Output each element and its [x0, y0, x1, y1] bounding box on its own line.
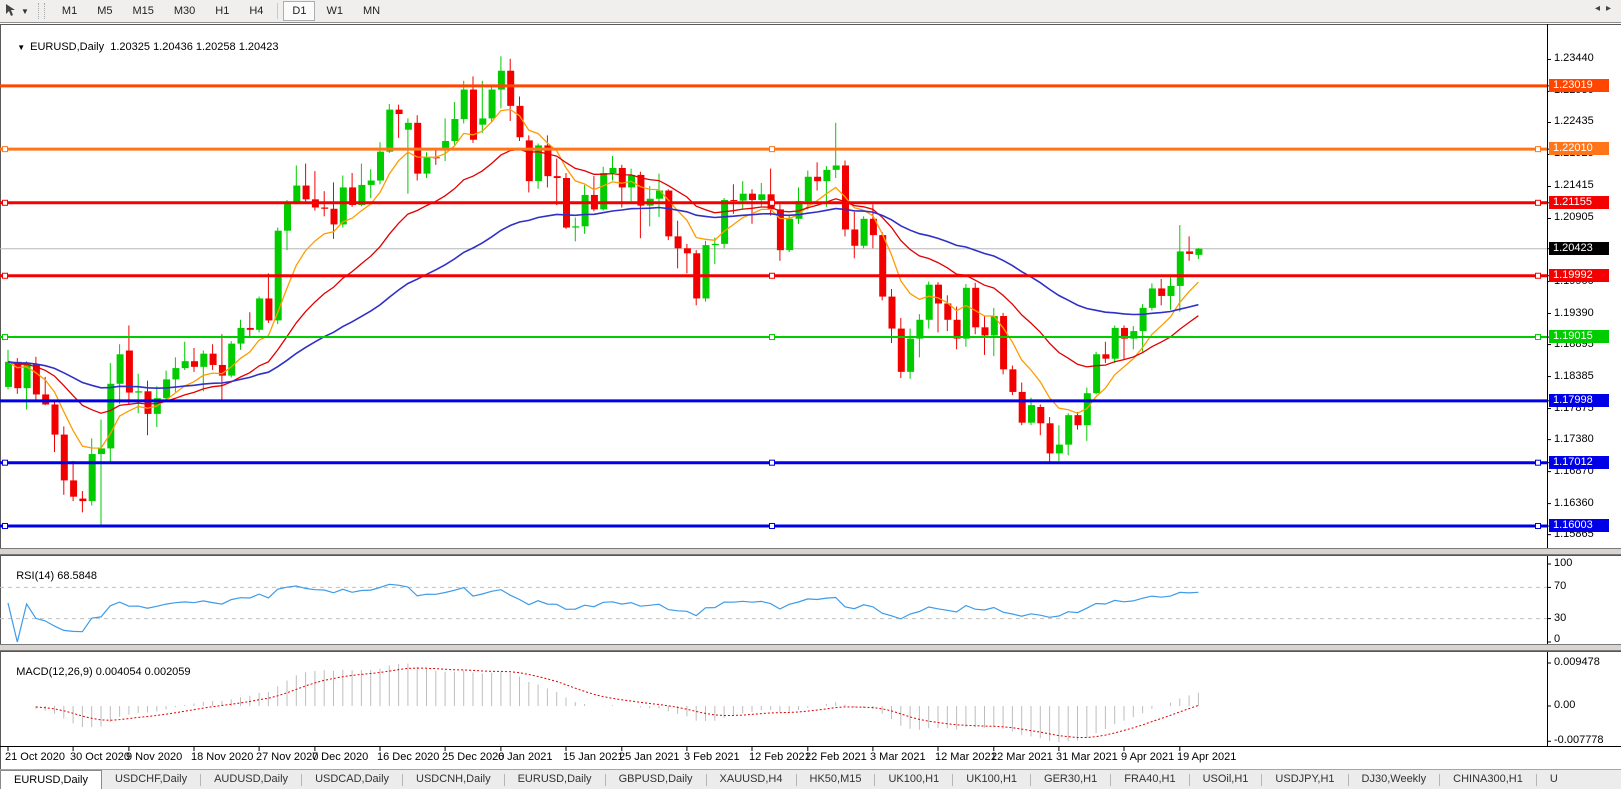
price-axis-label: 1.19390 — [1554, 307, 1594, 319]
chart-window — [0, 24, 1621, 769]
chart-title: ▼ EURUSD,Daily 1.20325 1.20436 1.20258 1.… — [5, 29, 278, 65]
chart-tab-gbpusd-daily[interactable]: GBPUSD,Daily — [606, 770, 706, 789]
date-axis-label: 25 Dec 2020 — [442, 751, 505, 763]
date-axis-label: 12 Mar 2021 — [935, 751, 997, 763]
date-axis-label: 15 Jan 2021 — [563, 751, 624, 763]
chart-tab-ger30-h1[interactable]: GER30,H1 — [1031, 770, 1110, 789]
chart-tab-hk50-m15[interactable]: HK50,M15 — [797, 770, 875, 789]
chart-tab-xauusd-h4[interactable]: XAUUSD,H4 — [707, 770, 796, 789]
cursor-tool-button[interactable]: ▼ — [4, 3, 29, 20]
chart-tab-eurusd-daily[interactable]: EURUSD,Daily — [0, 770, 102, 789]
chart-tab-eurusd-daily[interactable]: EURUSD,Daily — [505, 770, 605, 789]
date-axis-label: 18 Nov 2020 — [191, 751, 254, 763]
date-axis-label: 22 Mar 2021 — [991, 751, 1053, 763]
timeframe-buttons: M1 M5 M15 M30 H1 H4 D1 W1 MN — [52, 1, 390, 21]
chart-tab-usdchf-daily[interactable]: USDCHF,Daily — [102, 770, 200, 789]
timeframe-button-h4[interactable]: H4 — [240, 1, 272, 21]
date-axis-label: 31 Mar 2021 — [1056, 751, 1118, 763]
price-axis-label: 1.22435 — [1554, 115, 1594, 127]
date-axis-label: 21 Oct 2020 — [5, 751, 65, 763]
rsi-value: 68.5848 — [57, 570, 97, 582]
price-tag[interactable]: 1.17012 — [1549, 456, 1609, 469]
date-axis-label: 30 Oct 2020 — [70, 751, 130, 763]
chart-tab-uk100-h1[interactable]: UK100,H1 — [875, 770, 952, 789]
chart-tab-usdjpy-h1[interactable]: USDJPY,H1 — [1262, 770, 1347, 789]
timeframe-button-m15[interactable]: M15 — [123, 1, 162, 21]
date-axis-label: 3 Feb 2021 — [684, 751, 740, 763]
chart-tab-uk100-h1[interactable]: UK100,H1 — [953, 770, 1030, 789]
chart-tab-usdcnh-daily[interactable]: USDCNH,Daily — [403, 770, 504, 789]
price-axis-label: 1.17380 — [1554, 433, 1594, 445]
price-tag[interactable]: 1.21155 — [1549, 196, 1609, 209]
chart-tab-china300-h1[interactable]: CHINA300,H1 — [1440, 770, 1536, 789]
macd-axis-label: 0.00 — [1554, 699, 1576, 711]
macd-axis-label: -0.007778 — [1554, 734, 1604, 746]
tab-scroll-arrows[interactable]: ◂▸ — [1595, 3, 1617, 14]
rsi-label: RSI(14) 68.5848 — [16, 570, 97, 582]
chart-tab-audusd-daily[interactable]: AUDUSD,Daily — [201, 770, 301, 789]
macd-values: 0.004054 0.002059 — [95, 666, 191, 678]
date-axis-label: 16 Dec 2020 — [377, 751, 440, 763]
tab-scroll-left-icon[interactable]: ◂ — [1595, 3, 1606, 14]
timeframe-toolbar: ▼ M1 M5 M15 M30 H1 H4 D1 W1 MN — [0, 0, 1621, 23]
date-axis-label: 6 Jan 2021 — [498, 751, 553, 763]
toolbar-grip-handle[interactable] — [37, 3, 45, 19]
timeframe-button-m1[interactable]: M1 — [53, 1, 86, 21]
date-axis-label: 27 Nov 2020 — [256, 751, 319, 763]
collapse-triangle-icon[interactable]: ▼ — [17, 43, 25, 52]
date-axis-label: 22 Feb 2021 — [805, 751, 867, 763]
price-tag[interactable]: 1.17998 — [1549, 394, 1609, 407]
price-tag[interactable]: 1.23019 — [1549, 79, 1609, 92]
date-axis-label: 3 Mar 2021 — [870, 751, 926, 763]
terminal-window: ▼ M1 M5 M15 M30 H1 H4 D1 W1 MN ▼ EURUSD,Daily 1.2… — [0, 0, 1621, 789]
date-axis-label: 19 Apr 2021 — [1177, 751, 1237, 763]
price-tag[interactable]: 1.16003 — [1549, 519, 1609, 532]
chart-ohlc-values: 1.20325 1.20436 1.20258 1.20423 — [110, 41, 279, 53]
price-axis-label: 1.18385 — [1554, 370, 1594, 382]
toolbar-separator — [277, 3, 279, 19]
price-tag[interactable]: 1.20423 — [1549, 242, 1609, 255]
date-axis-label: 9 Nov 2020 — [126, 751, 183, 763]
rsi-axis-label: 100 — [1554, 557, 1573, 569]
date-axis-label: 9 Apr 2021 — [1121, 751, 1175, 763]
tab-scroll-right-icon[interactable]: ▸ — [1606, 3, 1617, 14]
date-axis-label: 7 Dec 2020 — [312, 751, 369, 763]
chart-tab-usoil-h1[interactable]: USOil,H1 — [1190, 770, 1262, 789]
chart-tab-u[interactable]: U — [1537, 770, 1571, 789]
timeframe-button-m5[interactable]: M5 — [88, 1, 121, 21]
rsi-axis-label: 30 — [1554, 612, 1567, 624]
chart-tab-usdcad-daily[interactable]: USDCAD,Daily — [302, 770, 402, 789]
timeframe-button-mn[interactable]: MN — [354, 1, 389, 21]
chart-tab-dj30-weekly[interactable]: DJ30,Weekly — [1349, 770, 1440, 789]
chart-symbol-period: EURUSD,Daily — [30, 41, 105, 53]
price-axis-label: 1.23440 — [1554, 52, 1594, 64]
chart-tab-fra40-h1[interactable]: FRA40,H1 — [1111, 770, 1188, 789]
panel-splitter-rsi[interactable] — [0, 548, 1621, 555]
macd-label: MACD(12,26,9) 0.004054 0.002059 — [16, 666, 191, 678]
date-axis-label: 25 Jan 2021 — [619, 751, 680, 763]
chart-tab-bar: EURUSD,Daily USDCHF,Daily AUDUSD,Daily USDC… — [0, 769, 1621, 789]
date-axis-label: 12 Feb 2021 — [749, 751, 811, 763]
timeframe-button-d1[interactable]: D1 — [283, 1, 316, 21]
cursor-crosshair-icon — [4, 3, 18, 20]
price-axis-label: 1.21415 — [1554, 179, 1594, 191]
chevron-down-icon[interactable]: ▼ — [21, 7, 29, 16]
timeframe-button-m30[interactable]: M30 — [165, 1, 204, 21]
timeframe-button-h1[interactable]: H1 — [206, 1, 238, 21]
macd-axis-label: 0.009478 — [1554, 656, 1600, 668]
price-axis-label: 1.16360 — [1554, 497, 1594, 509]
price-tag[interactable]: 1.19015 — [1549, 330, 1609, 343]
rsi-axis-label: 70 — [1554, 580, 1567, 592]
price-tag[interactable]: 1.19992 — [1549, 269, 1609, 282]
timeframe-button-w1[interactable]: W1 — [317, 1, 352, 21]
price-tag[interactable]: 1.22010 — [1549, 142, 1609, 155]
panel-splitter-macd[interactable] — [0, 644, 1621, 651]
price-axis-label: 1.20905 — [1554, 211, 1594, 223]
